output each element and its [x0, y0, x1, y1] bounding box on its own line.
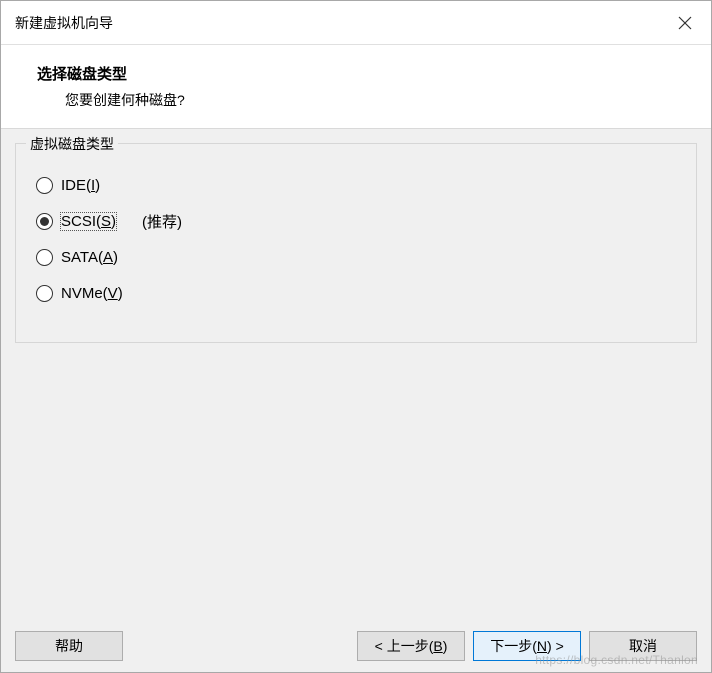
disk-type-group: 虚拟磁盘类型 IDE(I) SCSI(S) (推荐) SATA(A) NVMe(… — [15, 143, 697, 343]
window-title: 新建虚拟机向导 — [15, 13, 113, 33]
help-button[interactable]: 帮助 — [15, 631, 123, 661]
page-subtitle: 您要创建何种磁盘? — [65, 90, 711, 110]
cancel-button[interactable]: 取消 — [589, 631, 697, 661]
radio-icon[interactable] — [36, 177, 53, 194]
radio-option-nvme[interactable]: NVMe(V) — [36, 282, 678, 304]
radio-label: SCSI(S) — [61, 213, 116, 230]
wizard-window: 新建虚拟机向导 选择磁盘类型 您要创建何种磁盘? 虚拟磁盘类型 IDE(I) S… — [0, 0, 712, 673]
wizard-footer: 帮助 < 上一步(B) 下一步(N) > 取消 — [1, 620, 711, 672]
wizard-body: 虚拟磁盘类型 IDE(I) SCSI(S) (推荐) SATA(A) NVMe(… — [1, 129, 711, 620]
recommended-label: (推荐) — [142, 211, 182, 232]
group-legend: 虚拟磁盘类型 — [26, 134, 118, 154]
radio-label: SATA(A) — [61, 249, 118, 266]
radio-label: IDE(I) — [61, 177, 100, 194]
page-title: 选择磁盘类型 — [37, 63, 711, 84]
radio-icon[interactable] — [36, 249, 53, 266]
radio-option-scsi[interactable]: SCSI(S) (推荐) — [36, 210, 678, 232]
next-button[interactable]: 下一步(N) > — [473, 631, 581, 661]
wizard-header: 选择磁盘类型 您要创建何种磁盘? — [1, 45, 711, 129]
radio-label: NVMe(V) — [61, 285, 123, 302]
radio-option-ide[interactable]: IDE(I) — [36, 174, 678, 196]
back-button[interactable]: < 上一步(B) — [357, 631, 465, 661]
radio-icon[interactable] — [36, 285, 53, 302]
radio-option-sata[interactable]: SATA(A) — [36, 246, 678, 268]
titlebar: 新建虚拟机向导 — [1, 1, 711, 45]
close-icon[interactable] — [673, 11, 697, 35]
radio-icon[interactable] — [36, 213, 53, 230]
